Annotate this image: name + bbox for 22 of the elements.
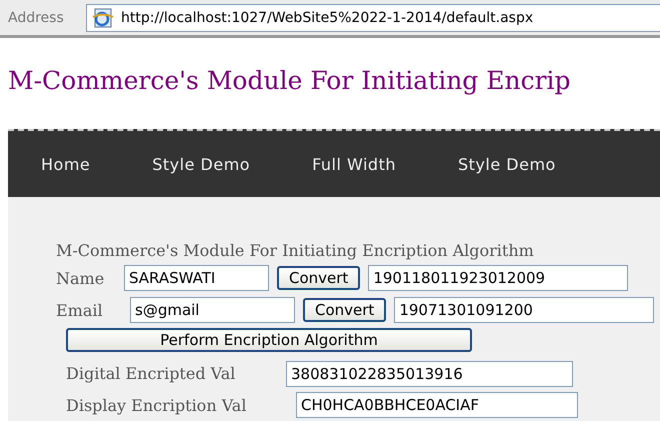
result-field[interactable]: 380831022835013916 [286,360,573,387]
nav-link[interactable]: Home [41,154,90,174]
text-field[interactable]: SARASWATI [124,265,269,292]
output-field[interactable]: 19071301091200 [394,297,654,324]
address-label: Address [8,10,65,26]
output-field[interactable]: 190118011923012009 [368,265,628,292]
field-label: Name [56,268,106,288]
form-heading: M-Commerce's Module For Initiating Encription Algorithm [56,241,535,262]
convert-button[interactable]: Convert [277,266,360,290]
page-title: M-Commerce's Module For Initiating Encrip [8,66,571,95]
page-icon [91,8,115,28]
field-label: Email [56,300,104,320]
nav-link[interactable]: Style Demo [458,154,556,174]
perform-button[interactable]: Perform Encription Algorithm [66,328,472,352]
address-field[interactable]: http://localhost:1027/WebSite5%2022-1-2014/default.aspx [86,4,660,32]
text-field[interactable]: s@gmail [130,297,295,324]
convert-button[interactable]: Convert [303,298,386,322]
field-label: Digital Encripted Val [66,364,236,384]
field-label: Display Encription Val [66,396,248,415]
nav-link[interactable]: Full Width [312,154,396,174]
nav-link[interactable]: Style Demo [152,154,250,174]
result-field[interactable]: CH0HCA0BBHCE0ACIAF [296,392,578,418]
